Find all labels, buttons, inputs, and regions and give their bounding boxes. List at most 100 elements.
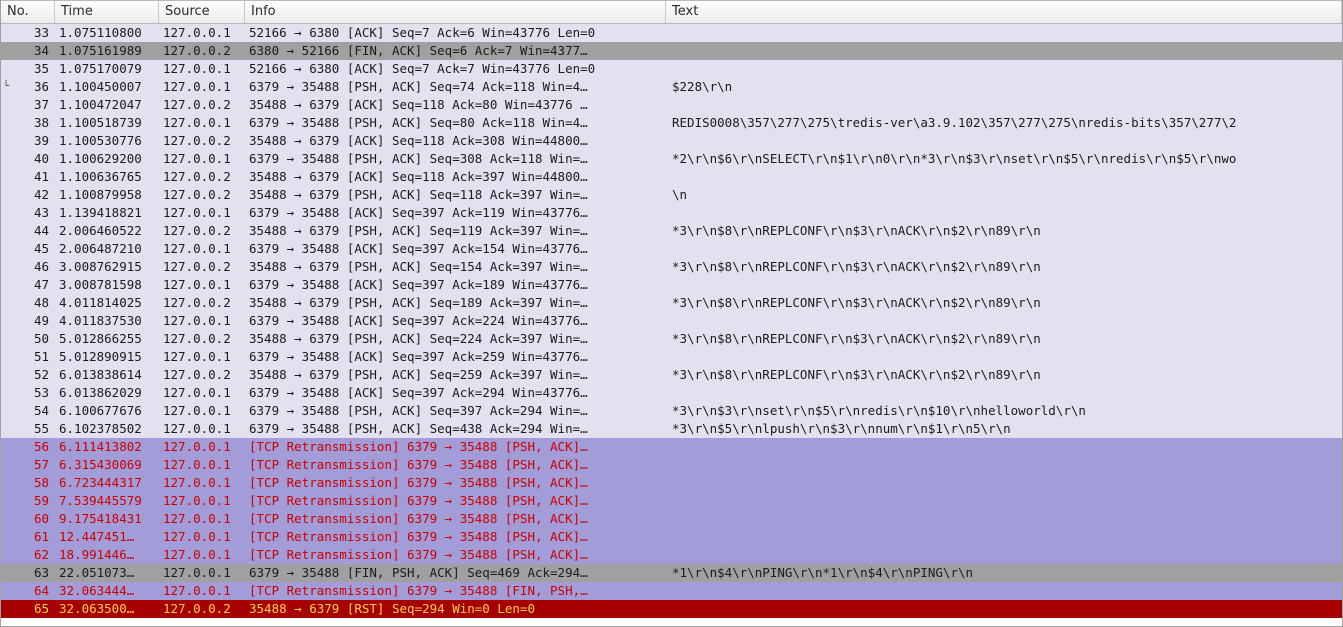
packet-row[interactable]: 411.100636765127.0.0.235488 → 6379 [ACK]…: [1, 168, 1342, 186]
packet-source: 127.0.0.1: [159, 24, 245, 42]
packet-row[interactable]: 341.075161989127.0.0.26380 → 52166 [FIN,…: [1, 42, 1342, 60]
packet-time: 1.100879958: [55, 186, 159, 204]
packet-text: *3\r\n$8\r\nREPLCONF\r\n$3\r\nACK\r\n$2\…: [666, 222, 1342, 240]
packet-time: 3.008781598: [55, 276, 159, 294]
packet-row[interactable]: 6432.063444…127.0.0.1[TCP Retransmission…: [1, 582, 1342, 600]
packet-time: 1.139418821: [55, 204, 159, 222]
packet-source: 127.0.0.1: [159, 510, 245, 528]
packet-no: 51: [1, 348, 55, 366]
packet-row[interactable]: 442.006460522127.0.0.235488 → 6379 [PSH,…: [1, 222, 1342, 240]
packet-row[interactable]: 515.012890915127.0.0.16379 → 35488 [ACK]…: [1, 348, 1342, 366]
packet-time: 1.100629200: [55, 150, 159, 168]
packet-time: 6.723444317: [55, 474, 159, 492]
packet-source: 127.0.0.1: [159, 564, 245, 582]
packet-time: 6.111413802: [55, 438, 159, 456]
packet-source: 127.0.0.1: [159, 546, 245, 564]
packet-no: 62: [1, 546, 55, 564]
packet-row[interactable]: 401.100629200127.0.0.16379 → 35488 [PSH,…: [1, 150, 1342, 168]
packet-source: 127.0.0.2: [159, 258, 245, 276]
packet-info: 52166 → 6380 [ACK] Seq=7 Ack=6 Win=43776…: [245, 24, 666, 42]
packet-info: 6380 → 52166 [FIN, ACK] Seq=6 Ack=7 Win=…: [245, 42, 666, 60]
packet-row[interactable]: 556.102378502127.0.0.16379 → 35488 [PSH,…: [1, 420, 1342, 438]
column-header-time[interactable]: Time: [55, 1, 159, 23]
packet-row[interactable]: 597.539445579127.0.0.1[TCP Retransmissio…: [1, 492, 1342, 510]
packet-no: 40: [1, 150, 55, 168]
packet-no: 48: [1, 294, 55, 312]
packet-row[interactable]: 6112.447451…127.0.0.1[TCP Retransmission…: [1, 528, 1342, 546]
packet-row[interactable]: 505.012866255127.0.0.235488 → 6379 [PSH,…: [1, 330, 1342, 348]
packet-list: No. Time Source Info Text └ 331.07511080…: [0, 0, 1343, 627]
packet-text: [666, 96, 1342, 114]
packet-row[interactable]: 361.100450007127.0.0.16379 → 35488 [PSH,…: [1, 78, 1342, 96]
packet-row[interactable]: 566.111413802127.0.0.1[TCP Retransmissio…: [1, 438, 1342, 456]
packet-row[interactable]: 463.008762915127.0.0.235488 → 6379 [PSH,…: [1, 258, 1342, 276]
packet-no: 61: [1, 528, 55, 546]
packet-row[interactable]: 381.100518739127.0.0.16379 → 35488 [PSH,…: [1, 114, 1342, 132]
packet-text: [666, 384, 1342, 402]
packet-no: 55: [1, 420, 55, 438]
packet-row[interactable]: 431.139418821127.0.0.16379 → 35488 [ACK]…: [1, 204, 1342, 222]
packet-source: 127.0.0.1: [159, 582, 245, 600]
packet-info: 6379 → 35488 [PSH, ACK] Seq=308 Ack=118 …: [245, 150, 666, 168]
column-header-info[interactable]: Info: [245, 1, 666, 23]
packet-row[interactable]: 494.011837530127.0.0.16379 → 35488 [ACK]…: [1, 312, 1342, 330]
packet-time: 1.100472047: [55, 96, 159, 114]
packet-row[interactable]: 351.075170079127.0.0.152166 → 6380 [ACK]…: [1, 60, 1342, 78]
packet-row[interactable]: 609.175418431127.0.0.1[TCP Retransmissio…: [1, 510, 1342, 528]
packet-no: 39: [1, 132, 55, 150]
packet-row[interactable]: 331.075110800127.0.0.152166 → 6380 [ACK]…: [1, 24, 1342, 42]
packet-row[interactable]: 421.100879958127.0.0.235488 → 6379 [PSH,…: [1, 186, 1342, 204]
packet-no: 53: [1, 384, 55, 402]
packet-time: 6.013838614: [55, 366, 159, 384]
packet-text: [666, 546, 1342, 564]
packet-source: 127.0.0.2: [159, 168, 245, 186]
column-header-no[interactable]: No.: [1, 1, 55, 23]
packet-row[interactable]: 6218.991446…127.0.0.1[TCP Retransmission…: [1, 546, 1342, 564]
packet-row[interactable]: 391.100530776127.0.0.235488 → 6379 [ACK]…: [1, 132, 1342, 150]
packet-source: 127.0.0.1: [159, 114, 245, 132]
packet-no: 63: [1, 564, 55, 582]
packet-no: 57: [1, 456, 55, 474]
packet-info: 35488 → 6379 [ACK] Seq=118 Ack=80 Win=43…: [245, 96, 666, 114]
packet-info: 6379 → 35488 [PSH, ACK] Seq=74 Ack=118 W…: [245, 78, 666, 96]
packet-info: 35488 → 6379 [PSH, ACK] Seq=224 Ack=397 …: [245, 330, 666, 348]
packet-info: 6379 → 35488 [PSH, ACK] Seq=397 Ack=294 …: [245, 402, 666, 420]
packet-info: 35488 → 6379 [ACK] Seq=118 Ack=397 Win=4…: [245, 168, 666, 186]
packet-info: 6379 → 35488 [PSH, ACK] Seq=80 Ack=118 W…: [245, 114, 666, 132]
packet-row[interactable]: 6532.063500…127.0.0.235488 → 6379 [RST] …: [1, 600, 1342, 618]
tree-collapse-icon[interactable]: └: [1, 81, 11, 92]
packet-text: [666, 456, 1342, 474]
packet-no: 35: [1, 60, 55, 78]
column-header-text[interactable]: Text: [666, 1, 1342, 23]
packet-text: *2\r\n$6\r\nSELECT\r\n$1\r\n0\r\n*3\r\n$…: [666, 150, 1342, 168]
packet-text: *1\r\n$4\r\nPING\r\n*1\r\n$4\r\nPING\r\n: [666, 564, 1342, 582]
packet-row[interactable]: 371.100472047127.0.0.235488 → 6379 [ACK]…: [1, 96, 1342, 114]
packet-info: [TCP Retransmission] 6379 → 35488 [PSH, …: [245, 456, 666, 474]
packet-source: 127.0.0.2: [159, 366, 245, 384]
packet-row[interactable]: 576.315430069127.0.0.1[TCP Retransmissio…: [1, 456, 1342, 474]
packet-row[interactable]: 473.008781598127.0.0.16379 → 35488 [ACK]…: [1, 276, 1342, 294]
packet-row[interactable]: 452.006487210127.0.0.16379 → 35488 [ACK]…: [1, 240, 1342, 258]
column-header-source[interactable]: Source: [159, 1, 245, 23]
packet-text: [666, 60, 1342, 78]
packet-source: 127.0.0.2: [159, 96, 245, 114]
packet-info: 6379 → 35488 [ACK] Seq=397 Ack=259 Win=4…: [245, 348, 666, 366]
packet-row[interactable]: 6322.051073…127.0.0.16379 → 35488 [FIN, …: [1, 564, 1342, 582]
packet-no: 33: [1, 24, 55, 42]
packet-text: [666, 24, 1342, 42]
packet-time: 32.063444…: [55, 582, 159, 600]
packet-text: *3\r\n$8\r\nREPLCONF\r\n$3\r\nACK\r\n$2\…: [666, 330, 1342, 348]
packet-text: [666, 168, 1342, 186]
packet-text: [666, 510, 1342, 528]
packet-time: 6.315430069: [55, 456, 159, 474]
packet-row[interactable]: 586.723444317127.0.0.1[TCP Retransmissio…: [1, 474, 1342, 492]
packet-row[interactable]: 526.013838614127.0.0.235488 → 6379 [PSH,…: [1, 366, 1342, 384]
packet-source: 127.0.0.1: [159, 60, 245, 78]
packet-row[interactable]: 536.013862029127.0.0.16379 → 35488 [ACK]…: [1, 384, 1342, 402]
packet-no: 50: [1, 330, 55, 348]
packet-time: 5.012866255: [55, 330, 159, 348]
packet-source: 127.0.0.1: [159, 384, 245, 402]
packet-row[interactable]: 484.011814025127.0.0.235488 → 6379 [PSH,…: [1, 294, 1342, 312]
packet-row[interactable]: 546.100677676127.0.0.16379 → 35488 [PSH,…: [1, 402, 1342, 420]
packet-text: *3\r\n$8\r\nREPLCONF\r\n$3\r\nACK\r\n$2\…: [666, 258, 1342, 276]
